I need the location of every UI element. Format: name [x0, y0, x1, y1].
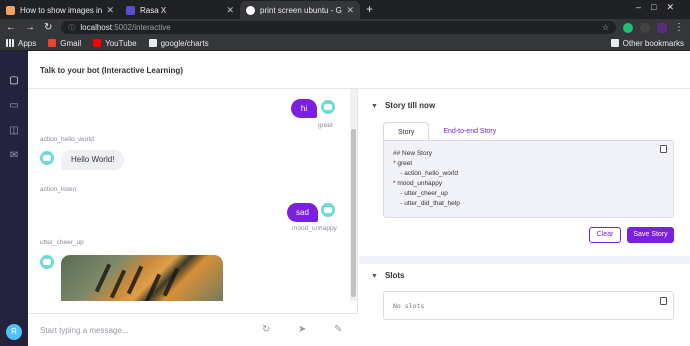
user-avatar-icon — [321, 100, 335, 114]
send-icon[interactable]: ➤ — [298, 324, 306, 335]
clear-button[interactable]: Clear — [589, 227, 621, 243]
info-icon: ⓘ — [68, 24, 76, 32]
bookmark-apps[interactable]: Apps — [6, 39, 36, 48]
tab-title: Rasa X — [140, 5, 167, 15]
copy-icon[interactable] — [660, 145, 667, 153]
forward-arrow-icon[interactable]: → — [25, 22, 35, 33]
action-label: utter_cheer_up — [40, 239, 84, 246]
bot-message: Hello World! — [61, 150, 125, 170]
save-story-button[interactable]: Save Story — [627, 227, 674, 243]
folder-icon — [610, 39, 619, 47]
conversations-icon[interactable]: ▭ — [8, 101, 20, 111]
tab-favicon-icon — [126, 5, 135, 15]
bookmark-label: Other bookmarks — [622, 38, 684, 48]
url-path: :5002/interactive — [111, 23, 171, 32]
bookmark-google-charts[interactable]: google/charts — [148, 38, 209, 48]
bot-avatar-icon — [40, 255, 54, 269]
close-tab-icon[interactable]: ✕ — [226, 5, 234, 16]
section-title: Story till now — [384, 101, 436, 110]
profile-avatar-icon[interactable] — [657, 22, 667, 33]
action-label: action_hello_world — [40, 136, 94, 143]
training-icon[interactable]: ◫ — [8, 126, 20, 136]
window-controls[interactable]: –□✕ — [636, 2, 684, 13]
new-tab-button[interactable]: + — [366, 1, 373, 19]
intent-label: greet — [318, 122, 333, 129]
message-input-row: Start typing a message... ↻ ➤ ✎ — [28, 313, 358, 346]
story-line: * mood_unhappy — [393, 180, 443, 187]
story-line: - action_hello_world — [393, 170, 459, 177]
close-tab-icon[interactable]: ✕ — [106, 5, 114, 16]
back-arrow-icon[interactable]: ← — [6, 22, 16, 33]
url-host: localhost — [80, 23, 112, 32]
slots-section-header[interactable]: ▼ Slots — [371, 271, 405, 280]
story-line: - utter_did_that_help — [393, 200, 460, 207]
bookmarks-bar: Apps Gmail YouTube google/charts Other b… — [0, 36, 690, 51]
app-sidebar: ▢ ▭ ◫ ✉ R — [0, 51, 28, 346]
slots-content: No slots — [383, 291, 674, 320]
extension-icon[interactable] — [623, 22, 633, 33]
tab-story[interactable]: Story — [383, 122, 430, 141]
close-tab-icon[interactable]: ✕ — [346, 5, 354, 16]
copy-icon[interactable] — [660, 297, 667, 305]
page-header: Talk to your bot (Interactive Learning) — [28, 51, 690, 89]
other-bookmarks[interactable]: Other bookmarks — [610, 38, 684, 48]
bookmark-youtube[interactable]: YouTube — [93, 38, 137, 48]
chat-pane: hi greet action_hello_world Hello World!… — [28, 89, 358, 346]
browser-tab-bar: How to show images in R ✕ Rasa X ✕ print… — [0, 0, 690, 19]
tab-favicon-icon — [6, 5, 15, 15]
user-avatar-icon — [321, 203, 335, 217]
folder-icon — [148, 39, 157, 47]
reload-icon[interactable]: ↻ — [44, 22, 52, 33]
browser-tab-images[interactable]: How to show images in R ✕ — [0, 1, 120, 19]
story-section-header[interactable]: ▼ Story till now — [371, 101, 435, 110]
user-message: hi — [291, 99, 317, 118]
tab-title: print screen ubuntu - Goo — [260, 5, 343, 15]
action-label: action_listen — [40, 186, 77, 193]
browser-tab-rasa[interactable]: Rasa X ✕ — [120, 1, 240, 19]
google-favicon-icon — [246, 5, 255, 15]
intent-label: mood_unhappy — [292, 225, 337, 232]
story-panel: ▼ Story till now Story End-to-end Story #… — [359, 89, 690, 346]
chat-messages: hi greet action_hello_world Hello World!… — [28, 89, 348, 301]
inbox-icon[interactable]: ✉ — [8, 151, 20, 161]
youtube-icon — [93, 39, 102, 47]
chat-icon[interactable]: ▢ — [8, 76, 20, 86]
bookmark-label: YouTube — [105, 38, 137, 48]
chevron-down-icon: ▼ — [371, 273, 378, 280]
story-line: * greet — [393, 160, 413, 167]
menu-kebab-icon[interactable]: ⋮ — [674, 22, 684, 33]
extension-icon[interactable] — [640, 22, 650, 33]
story-line: ## New Story — [393, 150, 433, 157]
avatar[interactable]: R — [6, 324, 22, 340]
story-tabs: Story End-to-end Story — [383, 122, 510, 141]
bookmark-label: Gmail — [60, 38, 82, 48]
message-input[interactable]: Start typing a message... — [40, 326, 129, 335]
tab-title: How to show images in R — [20, 5, 103, 15]
apps-grid-icon — [6, 39, 14, 47]
chevron-down-icon: ▼ — [371, 103, 378, 110]
bookmark-label: google/charts — [160, 38, 209, 48]
restart-icon[interactable]: ↻ — [262, 324, 270, 335]
chat-scrollbar-thumb[interactable] — [351, 129, 356, 297]
story-line: - utter_cheer_up — [393, 190, 448, 197]
bookmark-label: Apps — [18, 38, 37, 48]
address-bar-row: ← → ↻ ⓘ localhost:5002/interactive ☆ ⋮ — [0, 19, 690, 36]
browser-tab-google[interactable]: print screen ubuntu - Goo ✕ — [240, 1, 360, 19]
bookmark-star-icon[interactable]: ☆ — [602, 23, 609, 32]
section-divider — [359, 256, 690, 264]
bot-avatar-icon — [40, 151, 54, 165]
gmail-icon — [48, 39, 57, 47]
clean-icon[interactable]: ✎ — [334, 324, 342, 335]
url-input[interactable]: ⓘ localhost:5002/interactive ☆ — [61, 21, 616, 34]
tab-end-to-end-story[interactable]: End-to-end Story — [429, 122, 510, 141]
story-content: ## New Story * greet - action_hello_worl… — [383, 140, 674, 218]
tiger-image — [61, 255, 223, 301]
bookmark-gmail[interactable]: Gmail — [48, 39, 81, 48]
slots-text: No slots — [393, 302, 425, 310]
section-title: Slots — [384, 271, 405, 280]
user-message: sad — [287, 203, 318, 222]
page-title: Talk to your bot (Interactive Learning) — [40, 66, 183, 75]
